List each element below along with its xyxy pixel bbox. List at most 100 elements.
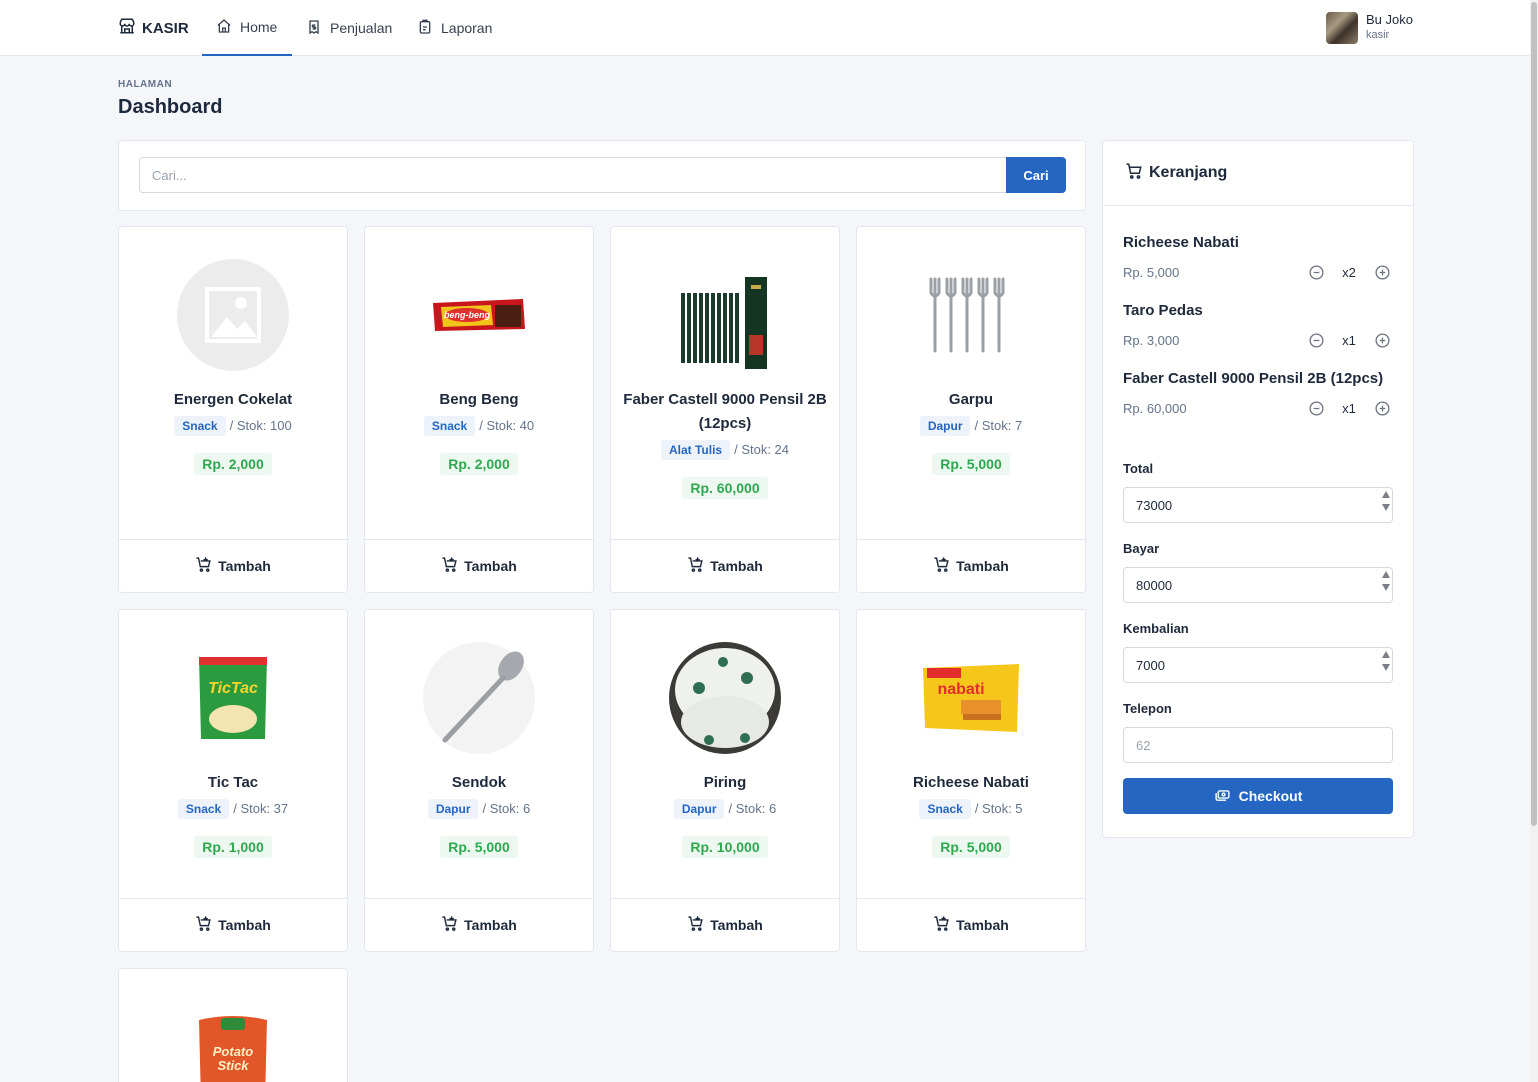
stock-text: / Stok: 40 xyxy=(479,418,535,433)
telepon-field[interactable]: 62 xyxy=(1123,727,1393,763)
user-menu[interactable]: Bu Joko kasir xyxy=(1326,12,1413,44)
category-badge: Snack xyxy=(177,799,230,819)
nav-laporan[interactable]: Laporan xyxy=(417,0,492,56)
report-icon xyxy=(417,19,433,38)
product-name: Piring xyxy=(703,774,747,791)
price-badge: Rp. 10,000 xyxy=(682,836,768,858)
plus-icon[interactable] xyxy=(1373,331,1391,349)
price-badge: Rp. 5,000 xyxy=(932,453,1010,475)
plate-image xyxy=(669,642,781,754)
svg-text:Potato: Potato xyxy=(213,1044,254,1059)
number-spinner[interactable] xyxy=(1382,571,1390,591)
checkout-button[interactable]: Checkout xyxy=(1123,778,1393,814)
user-role: kasir xyxy=(1366,29,1390,41)
product-card: beng-beng Beng Beng Snack / Stok: 40 Rp. … xyxy=(364,226,594,593)
total-label: Total xyxy=(1123,461,1154,476)
brand[interactable]: KASIR xyxy=(118,17,189,39)
stock-text: / Stok: 6 xyxy=(728,801,777,816)
quantity-stepper: x2 xyxy=(1307,263,1391,281)
nav-penjualan[interactable]: Penjualan xyxy=(306,0,392,56)
product-card: Faber Castell 9000 Pensil 2B (12pcs) Ala… xyxy=(610,226,840,593)
svg-text:beng-beng: beng-beng xyxy=(444,310,490,320)
add-to-cart-button[interactable]: Tambah xyxy=(857,539,1085,592)
minus-icon[interactable] xyxy=(1307,399,1325,417)
product-name: Richeese Nabati xyxy=(913,774,1029,791)
stock-text: / Stok: 37 xyxy=(233,801,289,816)
category-badge: Snack xyxy=(174,416,226,436)
search-card: Cari xyxy=(118,140,1086,211)
bayar-value: 80000 xyxy=(1136,577,1173,593)
add-label: Tambah xyxy=(464,917,517,933)
cart-plus-icon xyxy=(933,556,950,576)
cart-plus-icon xyxy=(195,556,212,576)
cart-item-price: Rp. 5,000 xyxy=(1123,265,1180,280)
product-card: TicTac Tic Tac Snack / Stok: 37 Rp. 1,000… xyxy=(118,609,348,952)
cart-plus-icon xyxy=(687,915,704,935)
cart-icon xyxy=(1125,162,1143,185)
cash-icon xyxy=(1214,786,1231,806)
product-card: Potato Stick xyxy=(118,968,348,1082)
plus-icon[interactable] xyxy=(1373,399,1391,417)
product-name: Beng Beng xyxy=(439,391,519,408)
category-badge: Dapur xyxy=(427,799,479,819)
product-name: Tic Tac xyxy=(207,774,259,791)
add-to-cart-button[interactable]: Tambah xyxy=(611,898,839,951)
cart-plus-icon xyxy=(441,915,458,935)
number-spinner[interactable] xyxy=(1382,491,1390,511)
plus-icon[interactable] xyxy=(1373,263,1391,281)
cart-item-name: Faber Castell 9000 Pensil 2B (12pcs) xyxy=(1123,370,1384,387)
cart-plus-icon xyxy=(195,915,212,935)
cart-item-price: Rp. 60,000 xyxy=(1123,401,1187,416)
kembalian-field[interactable]: 7000 xyxy=(1123,647,1393,683)
add-to-cart-button[interactable]: Tambah xyxy=(857,898,1085,951)
add-label: Tambah xyxy=(218,917,271,933)
cart-plus-icon xyxy=(687,556,704,576)
add-to-cart-button[interactable]: Tambah xyxy=(365,539,593,592)
nav-penjualan-label: Penjualan xyxy=(330,20,393,36)
cart-item-name: Taro Pedas xyxy=(1123,302,1203,319)
kembalian-label: Kembalian xyxy=(1123,621,1189,636)
cart-item-price: Rp. 3,000 xyxy=(1123,333,1180,348)
product-name: Garpu xyxy=(948,391,994,408)
page-scrollbar[interactable] xyxy=(1530,0,1538,1082)
add-to-cart-button[interactable]: Tambah xyxy=(611,539,839,592)
snack-bag-image: TicTac xyxy=(177,642,289,754)
product-card: Sendok Dapur / Stok: 6 Rp. 5,000 Tambah xyxy=(364,609,594,952)
spoon-image xyxy=(423,642,535,754)
bayar-field[interactable]: 80000 xyxy=(1123,567,1393,603)
svg-text:TicTac: TicTac xyxy=(208,680,258,697)
search-input[interactable] xyxy=(139,157,1007,193)
stock-text: / Stok: 6 xyxy=(482,801,531,816)
product-name: Energen Cokelat xyxy=(173,391,293,408)
bayar-label: Bayar xyxy=(1123,541,1160,556)
add-label: Tambah xyxy=(956,558,1009,574)
total-value: 73000 xyxy=(1136,497,1173,513)
home-icon xyxy=(216,18,232,37)
product-card: Piring Dapur / Stok: 6 Rp. 10,000 Tambah xyxy=(610,609,840,952)
category-badge: Alat Tulis xyxy=(660,440,731,460)
page-pretitle: HALAMAN xyxy=(118,79,173,90)
cart-plus-icon xyxy=(933,915,950,935)
number-spinner[interactable] xyxy=(1382,651,1390,671)
user-name: Bu Joko xyxy=(1366,12,1413,27)
search-button[interactable]: Cari xyxy=(1006,157,1066,193)
receipt-icon xyxy=(306,19,322,38)
add-to-cart-button[interactable]: Tambah xyxy=(119,539,347,592)
total-field[interactable]: 73000 xyxy=(1123,487,1393,523)
stock-text: / Stok: 5 xyxy=(974,801,1023,816)
potato-stick-image: Potato Stick xyxy=(177,1001,289,1082)
minus-icon[interactable] xyxy=(1307,263,1325,281)
placeholder-image xyxy=(177,259,289,371)
scrollbar-thumb[interactable] xyxy=(1531,2,1537,826)
product-card: Garpu Dapur / Stok: 7 Rp. 5,000 Tambah xyxy=(856,226,1086,593)
nav-laporan-label: Laporan xyxy=(441,20,493,36)
category-badge: Dapur xyxy=(919,416,971,436)
add-to-cart-button[interactable]: Tambah xyxy=(365,898,593,951)
stock-text: / Stok: 100 xyxy=(229,418,292,433)
minus-icon[interactable] xyxy=(1307,331,1325,349)
product-card: Energen Cokelat Snack / Stok: 100 Rp. 2,0… xyxy=(118,226,348,593)
add-to-cart-button[interactable]: Tambah xyxy=(119,898,347,951)
nav-home[interactable]: Home xyxy=(202,0,292,56)
price-badge: Rp. 60,000 xyxy=(682,477,768,499)
category-badge: Snack xyxy=(919,799,971,819)
